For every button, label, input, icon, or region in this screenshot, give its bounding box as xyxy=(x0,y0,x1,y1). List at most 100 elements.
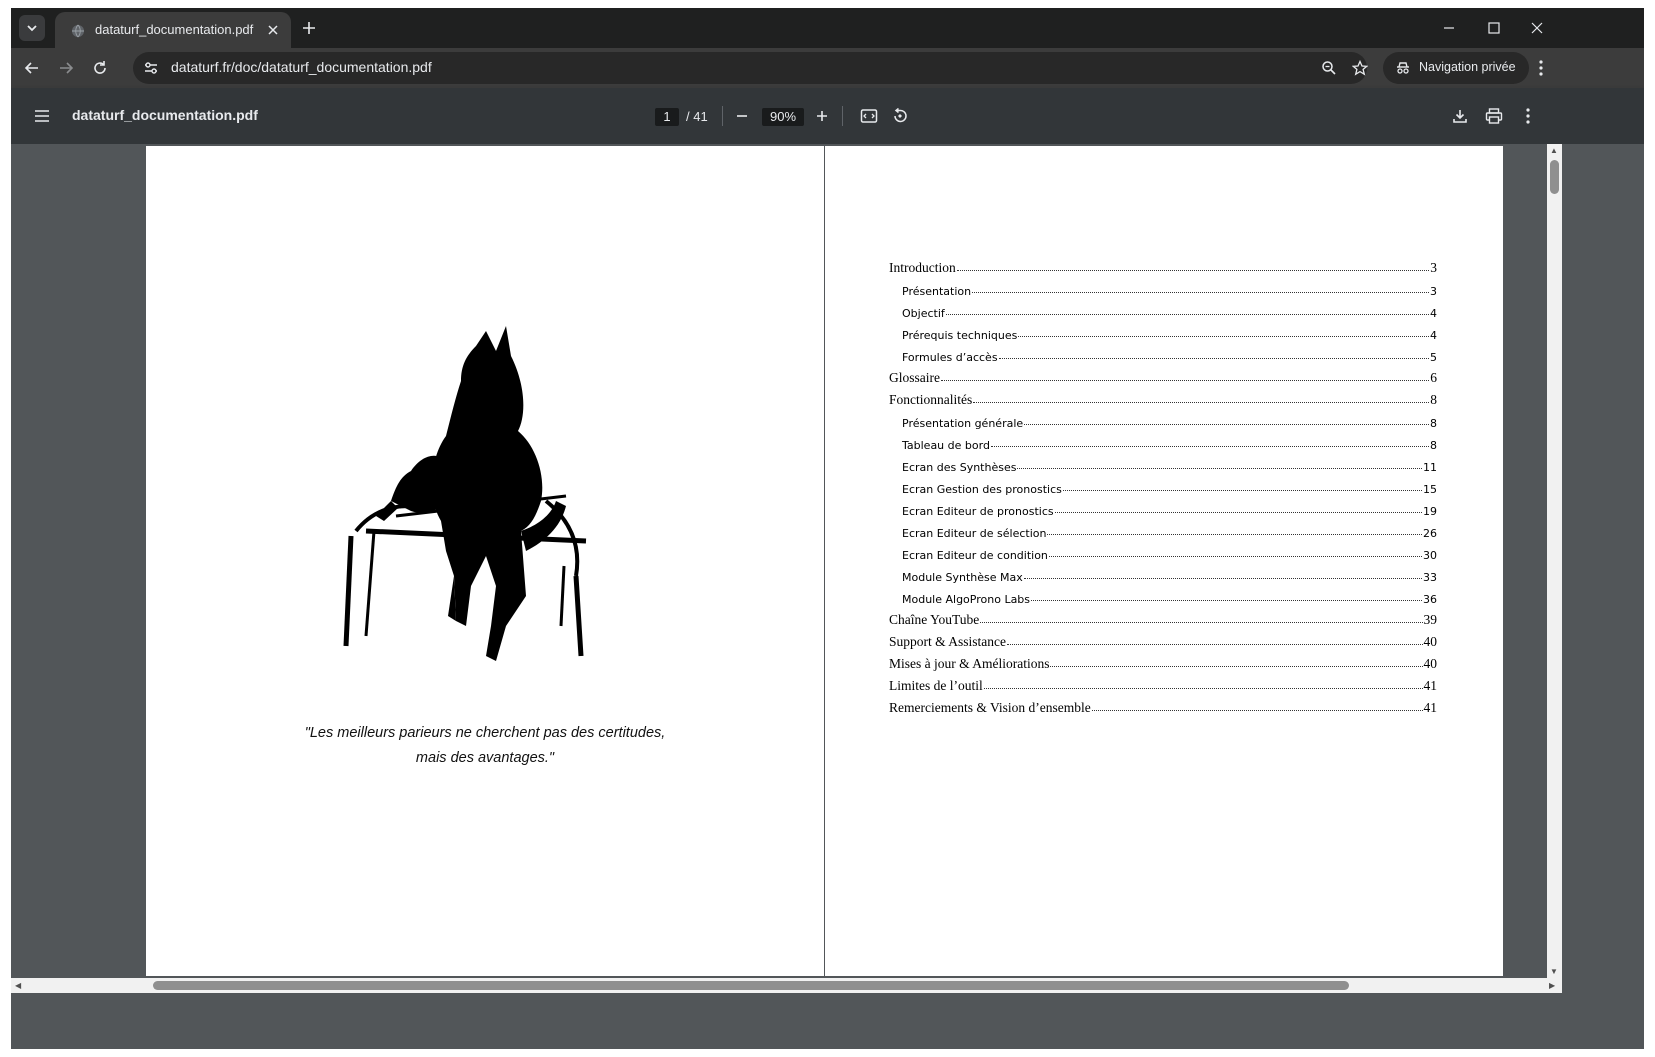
zoom-indicator-button[interactable] xyxy=(1319,58,1339,78)
toc-dot-leader xyxy=(1048,556,1422,557)
toc-entry[interactable]: Module AlgoProno Labs 36 xyxy=(889,584,1437,606)
url-text[interactable]: dataturf.fr/doc/dataturf_documentation.p… xyxy=(171,59,432,75)
pdf-more-button[interactable] xyxy=(1517,105,1539,127)
toc-entry-page: 6 xyxy=(1430,370,1437,385)
toc-dot-leader xyxy=(973,402,1430,403)
toc-entry[interactable]: Ecran Editeur de sélection 26 xyxy=(889,518,1437,540)
toc-dot-leader xyxy=(1024,424,1429,425)
minus-icon xyxy=(737,115,747,117)
toc-entry[interactable]: Formules d’accès 5 xyxy=(889,342,1437,364)
fit-page-button[interactable] xyxy=(858,105,880,127)
toc-dot-leader xyxy=(1047,534,1422,535)
toc-entry[interactable]: Prérequis techniques 4 xyxy=(889,320,1437,342)
address-bar[interactable]: dataturf.fr/doc/dataturf_documentation.p… xyxy=(133,52,1370,84)
download-icon xyxy=(1453,110,1467,123)
close-icon[interactable] xyxy=(265,22,281,38)
toc-dot-leader xyxy=(941,380,1430,381)
scroll-up-arrow[interactable]: ▲ xyxy=(1550,146,1558,155)
toc-entry-title: Ecran Editeur de condition xyxy=(902,549,1048,562)
toc-entry[interactable]: Limites de l’outil 41 xyxy=(889,672,1437,694)
vertical-scroll-thumb[interactable] xyxy=(1550,160,1559,194)
fit-page-icon xyxy=(860,109,878,123)
toc-entry[interactable]: Ecran Editeur de pronostics 19 xyxy=(889,496,1437,518)
zoom-out-button[interactable] xyxy=(731,105,753,127)
toc-entry[interactable]: Support & Assistance 40 xyxy=(889,628,1437,650)
toc-entry[interactable]: Mises à jour & Améliorations 40 xyxy=(889,650,1437,672)
browser-menu-button[interactable] xyxy=(1529,56,1553,80)
toc-entry[interactable]: Glossaire 6 xyxy=(889,364,1437,386)
print-icon xyxy=(1485,108,1503,124)
toc-dot-leader xyxy=(1007,644,1423,645)
scroll-left-arrow[interactable]: ◀ xyxy=(15,981,21,990)
toc-entry-page: 8 xyxy=(1430,392,1437,407)
pdf-page-1: "Les meilleurs parieurs ne cherchent pas… xyxy=(146,146,824,976)
pdf-viewer[interactable]: "Les meilleurs parieurs ne cherchent pas… xyxy=(11,144,1644,1049)
toc-entry-title: Prérequis techniques xyxy=(902,329,1018,342)
scroll-down-arrow[interactable]: ▼ xyxy=(1550,967,1558,976)
toc-entry-page: 8 xyxy=(1430,417,1437,430)
toc-dot-leader xyxy=(1018,336,1429,337)
toc-entry[interactable]: Fonctionnalités 8 xyxy=(889,386,1437,408)
hamburger-icon xyxy=(35,110,49,122)
zoom-input[interactable]: 90% xyxy=(762,108,804,126)
horizontal-scrollbar[interactable]: ◀ ▶ xyxy=(11,978,1562,993)
toc-entry-page: 15 xyxy=(1423,483,1437,496)
toc-entry[interactable]: Ecran Editeur de condition 30 xyxy=(889,540,1437,562)
toc-entry[interactable]: Présentation 3 xyxy=(889,276,1437,298)
back-button[interactable] xyxy=(18,54,46,82)
close-window-button[interactable] xyxy=(1525,16,1549,40)
incognito-indicator[interactable]: Navigation privée xyxy=(1383,52,1529,84)
toc-entry-title: Introduction xyxy=(889,260,956,275)
print-button[interactable] xyxy=(1483,105,1505,127)
toc-entry[interactable]: Introduction 3 xyxy=(889,254,1437,276)
pdf-sidebar-toggle[interactable] xyxy=(31,105,53,127)
toc-entry[interactable]: Ecran des Synthèses 11 xyxy=(889,452,1437,474)
active-tab[interactable]: dataturf_documentation.pdf xyxy=(55,12,291,48)
minimize-button[interactable] xyxy=(1437,16,1461,40)
toc-dot-leader xyxy=(990,446,1429,447)
tab-search-button[interactable] xyxy=(19,15,45,41)
toc-entry-page: 4 xyxy=(1430,329,1437,342)
toc-entry[interactable]: Chaîne YouTube 39 xyxy=(889,606,1437,628)
zoom-in-button[interactable] xyxy=(811,105,833,127)
toc-entry-page: 40 xyxy=(1423,634,1438,649)
forward-button[interactable] xyxy=(52,54,80,82)
close-icon xyxy=(1531,22,1543,34)
arrow-left-icon xyxy=(24,62,38,74)
toc-entry[interactable]: Tableau de bord 8 xyxy=(889,430,1437,452)
toc-dot-leader xyxy=(1062,490,1422,491)
toc-entry[interactable]: Ecran Gestion des pronostics 15 xyxy=(889,474,1437,496)
toc-entry-title: Ecran des Synthèses xyxy=(902,461,1017,474)
toc-entry[interactable]: Objectif 4 xyxy=(889,298,1437,320)
plus-icon[interactable] xyxy=(298,17,320,39)
toc-dot-leader xyxy=(1017,468,1422,469)
toc-entry[interactable]: Remerciements & Vision d’ensemble 41 xyxy=(889,694,1437,716)
toc-dot-leader xyxy=(980,622,1423,623)
browser-window: dataturf_documentation.pdf dataturf.fr/d… xyxy=(11,8,1644,1049)
rotate-button[interactable] xyxy=(889,105,911,127)
toc-dot-leader xyxy=(983,688,1423,689)
toc-entry-page: 4 xyxy=(1430,307,1437,320)
browser-toolbar: dataturf.fr/doc/dataturf_documentation.p… xyxy=(11,48,1644,88)
toc-entry-page: 33 xyxy=(1423,571,1437,584)
toc-entry-page: 39 xyxy=(1423,612,1438,627)
bookmark-button[interactable] xyxy=(1350,58,1370,78)
scroll-right-arrow[interactable]: ▶ xyxy=(1549,981,1555,990)
toc-entry[interactable]: Module Synthèse Max 33 xyxy=(889,562,1437,584)
incognito-label: Navigation privée xyxy=(1419,60,1516,74)
tab-strip: dataturf_documentation.pdf xyxy=(11,8,1644,48)
toc-dot-leader xyxy=(1091,710,1423,711)
globe-icon xyxy=(72,24,84,38)
toc-entry-page: 40 xyxy=(1423,656,1438,671)
toc-entry-page: 26 xyxy=(1423,527,1437,540)
toc-entry-title: Support & Assistance xyxy=(889,634,1006,649)
toc-entry[interactable]: Présentation générale 8 xyxy=(889,408,1437,430)
horizontal-scroll-thumb[interactable] xyxy=(153,981,1349,990)
reload-button[interactable] xyxy=(86,54,114,82)
maximize-button[interactable] xyxy=(1482,16,1506,40)
reload-icon xyxy=(94,61,106,74)
tune-icon[interactable] xyxy=(143,60,159,76)
page-number-input[interactable]: 1 xyxy=(655,108,679,126)
vertical-scrollbar[interactable]: ▲ ▼ xyxy=(1547,144,1562,978)
download-button[interactable] xyxy=(1449,105,1471,127)
